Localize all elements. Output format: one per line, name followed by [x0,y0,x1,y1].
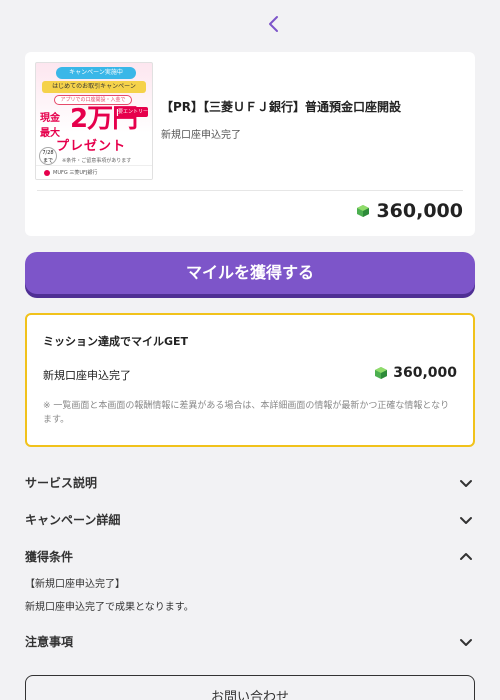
contact-button[interactable]: お問い合わせ [25,675,475,700]
gem-icon [357,205,370,217]
bank-logo-icon [44,169,50,176]
offer-title: 【PR】【三菱ＵＦＪ銀行】普通預金口座開設 [161,100,402,114]
accordion-service[interactable]: サービス説明 [25,470,475,494]
offer-points-value: 360,000 [376,200,463,222]
chevron-up-icon [460,553,472,560]
banner-tag-mid: はじめてのお取引キャンペーン [42,81,146,93]
accordion-service-label: サービス説明 [25,476,98,490]
offer-points: 360,000 [356,200,463,222]
mission-points: 360,000 [374,365,457,381]
campaign-banner-image: キャンペーン実施中 はじめてのお取引キャンペーン アプリでの口座開設・入金で 現… [35,62,153,180]
banner-entry: 要エントリー [118,107,149,117]
accordion-campaign-label: キャンペーン詳細 [25,513,121,527]
conditions-heading: 【新規口座申込完了】 [25,579,125,590]
accordion-conditions[interactable]: 獲得条件 [25,544,475,568]
chevron-down-icon [460,639,472,646]
accordion-campaign[interactable]: キャンペーン詳細 [25,507,475,531]
banner-date: 7/28まで [39,147,57,165]
chevron-down-icon [460,480,472,487]
banner-bank-name: MUFG 三菱UFJ銀行 [53,170,98,176]
chevron-down-icon [460,517,472,524]
chevron-left-icon [269,16,278,32]
accordion-notes-label: 注意事項 [25,635,74,649]
banner-bank-logo: MUFG 三菱UFJ銀行 [36,165,152,179]
mission-condition: 新規口座申込完了 [43,369,131,382]
banner-tag-top: キャンペーン実施中 [56,67,136,79]
offer-card: キャンペーン実施中 はじめてのお取引キャンペーン アプリでの口座開設・入金で 現… [25,52,475,236]
banner-present: プレゼント [56,139,127,154]
divider [37,190,463,191]
accordion-notes[interactable]: 注意事項 [25,629,475,653]
offer-subtitle: 新規口座申込完了 [161,130,241,141]
mission-card: ミッション達成でマイルGET 新規口座申込完了 360,000 ※ 一覧画面と本… [25,313,475,447]
mission-title: ミッション達成でマイルGET [43,335,189,348]
mission-note: ※ 一覧画面と本画面の報酬情報に差異がある場合は、本詳細画面の情報が最新かつ正確… [43,401,450,425]
mission-points-value: 360,000 [393,365,457,381]
gem-icon [375,367,388,379]
earn-miles-button[interactable]: マイルを獲得する [25,252,475,294]
back-button[interactable] [262,10,286,38]
banner-note: ※条件・ご留意事項があります [62,158,132,164]
accordion-conditions-label: 獲得条件 [25,550,74,564]
conditions-text: 新規口座申込完了で成果となります。 [25,602,194,613]
